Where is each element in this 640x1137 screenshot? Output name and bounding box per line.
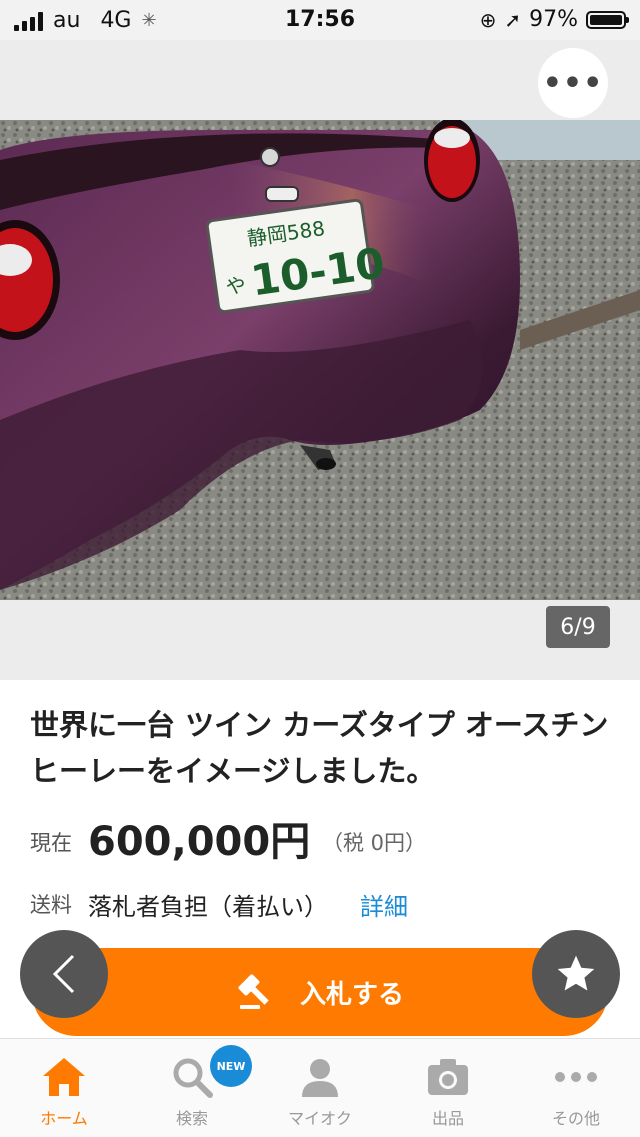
photo-counter: 6/9 [546,606,610,648]
tab-home[interactable]: ホーム [0,1039,128,1137]
ellipsis-icon: ••• [542,65,604,101]
status-bar: au 4G ✳ 17:56 ⊕ ➚ 97% [0,0,640,40]
battery-percent: 97% [529,7,578,32]
gavel-icon [238,974,269,1009]
price-value: 600,000円 [88,819,311,865]
tab-search-label: 検索 [175,1109,208,1128]
shipping-detail-link[interactable]: 詳細 [360,887,408,922]
home-icon [40,1055,88,1099]
shipping-value: 落札者負担（着払い） [88,893,328,921]
tab-search[interactable]: 検索 NEW [128,1039,256,1137]
rotation-lock-icon: ⊕ [479,7,497,32]
bid-button[interactable]: 入札する [32,948,608,1036]
price-label: 現在 [30,831,72,855]
star-icon [557,955,595,991]
tab-my-auction[interactable]: マイオク [256,1039,384,1137]
user-icon [296,1055,344,1099]
shipping-label: 送料 [30,893,72,917]
new-badge: NEW [210,1045,252,1087]
car-rear-image: 静岡588 や 10-10 [0,120,640,600]
tab-home-label: ホーム [40,1109,88,1128]
chevron-left-icon [52,954,75,994]
shipping-row: 送料 落札者負担（着払い） 詳細 [30,885,620,925]
price-row: 現在 600,000円 （税 0円） [30,805,620,865]
item-title: 世界に一台 ツイン カーズタイプ オースチンヒーレーをイメージしました。 [30,708,609,788]
plate-kana-text: や [224,273,247,300]
tab-other[interactable]: その他 [512,1039,640,1137]
search-icon [168,1055,216,1099]
location-icon: ➚ [504,7,522,32]
item-photo[interactable]: 静岡588 や 10-10 [0,120,640,600]
tab-sell-label: 出品 [431,1109,464,1128]
tab-other-label: その他 [551,1109,600,1128]
tab-my-auction-label: マイオク [288,1109,352,1128]
camera-icon [424,1055,472,1099]
status-right: ⊕ ➚ 97% [479,7,629,32]
more-options-button[interactable]: ••• [538,48,608,118]
photo-area: ••• 静岡588 や 10-10 6/9 [0,40,640,680]
tab-sell[interactable]: 出品 [384,1039,512,1137]
back-button[interactable] [20,930,108,1018]
price-tax: （税 0円） [322,831,427,855]
battery-icon [586,10,629,29]
tab-bar: ホーム 検索 NEW マイオク 出品 その他 [0,1038,640,1137]
favorite-button[interactable] [532,930,620,1018]
more-icon [552,1055,600,1099]
bid-label: 入札する [299,979,404,1010]
